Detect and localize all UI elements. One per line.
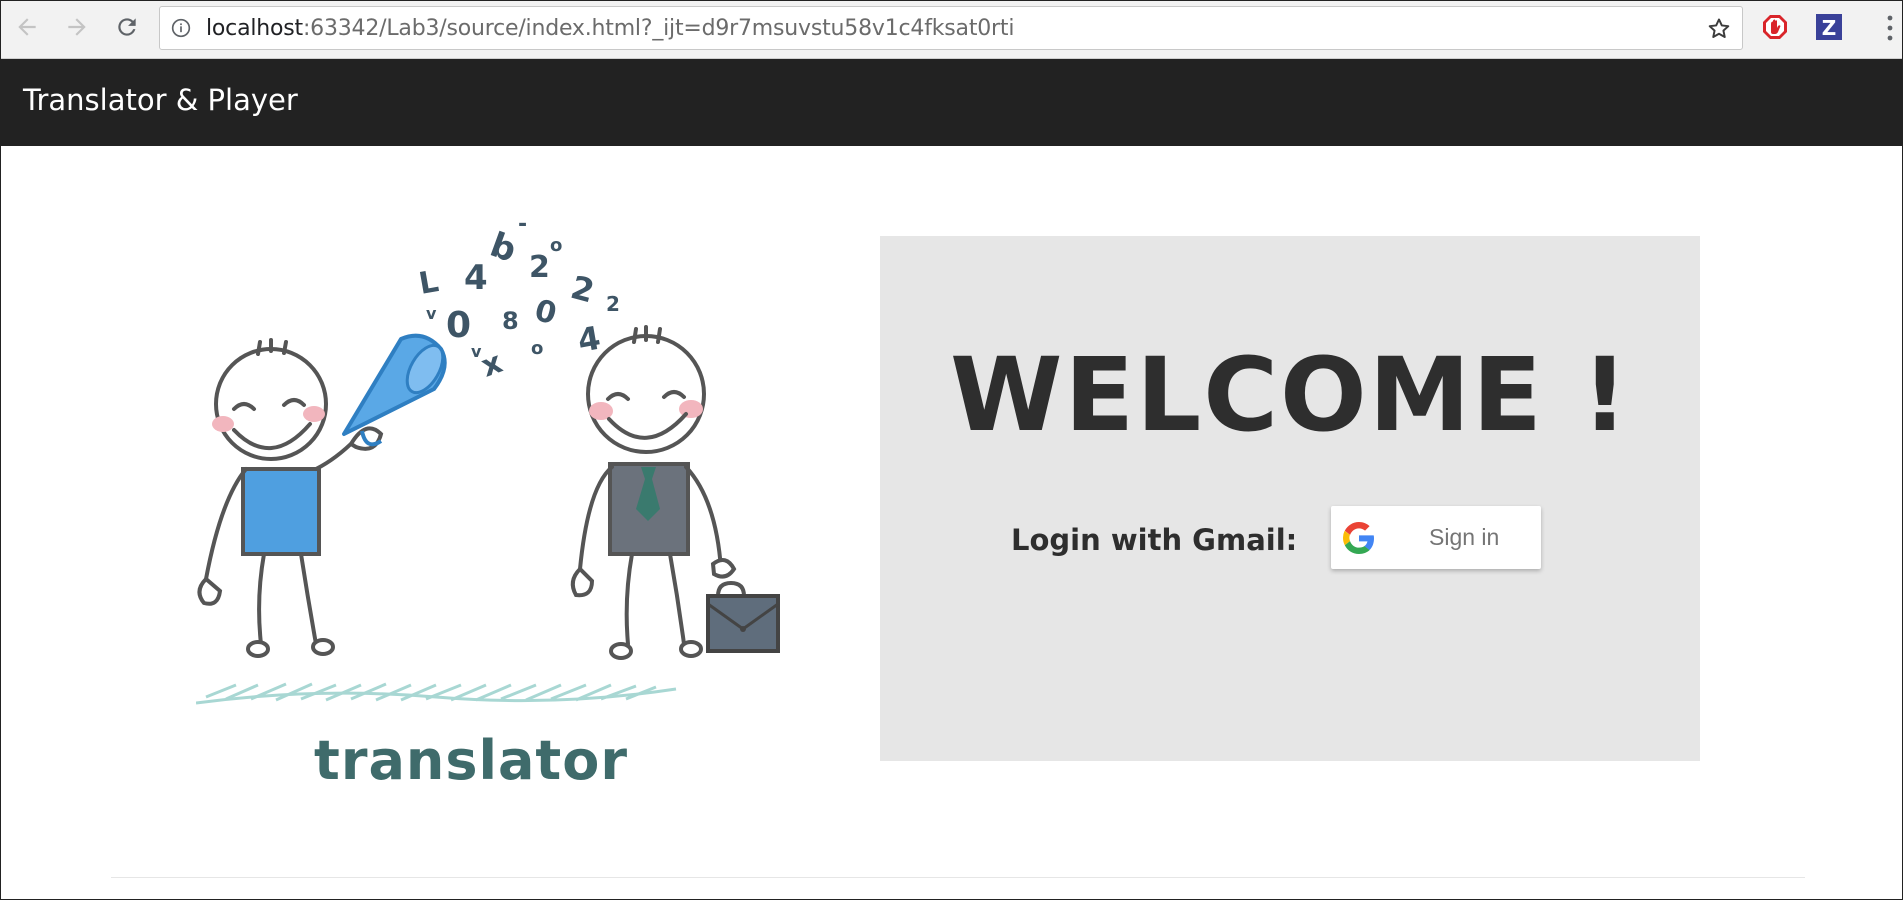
address-bar[interactable]: localhost:63342/Lab3/source/index.html?_… [159,6,1743,50]
arrow-left-icon [18,18,36,36]
kebab-menu-icon[interactable] [1885,13,1895,43]
megaphone-icon [342,333,447,447]
google-sign-in-label: Sign in [1429,524,1500,550]
welcome-title: WELCOME ! [950,336,1630,455]
url-host: localhost [206,16,303,41]
briefcase-icon [706,580,780,653]
svg-text:Z: Z [1822,16,1837,40]
illustration-caption: translator [314,729,628,792]
info-icon[interactable] [171,18,191,38]
svg-text:0: 0 [446,305,471,346]
arrow-right-icon [68,18,86,36]
opera-extension-icon[interactable] [1761,13,1789,41]
url-path: :63342/Lab3/source/index.html?_ijt=d9r7m… [302,16,1015,41]
welcome-panel: WELCOME ! Login with Gmail: Sign in [880,236,1700,761]
svg-text:4: 4 [464,258,488,298]
svg-text:v: v [471,342,482,361]
footer-divider [111,877,1805,878]
brand-link[interactable]: Translator & Player [23,83,298,117]
svg-text:2: 2 [567,268,598,310]
z-extension-icon[interactable]: Z [1815,13,1843,41]
svg-text:v: v [426,304,437,323]
translator-illustration: L 4 b - 2 o 2 0 8 0 2 4 x o v v translat… [196,219,780,792]
back-button[interactable] [11,11,43,43]
url-text[interactable]: localhost:63342/Lab3/source/index.html?_… [206,16,1014,41]
ground-scribble [196,682,677,705]
left-figure [197,338,384,658]
flying-letters: L 4 b - 2 o 2 0 8 0 2 4 x o v v [416,219,620,385]
svg-text:4: 4 [575,319,604,360]
browser-window: localhost:63342/Lab3/source/index.html?_… [0,0,1903,900]
forward-button[interactable] [61,11,93,43]
login-label: Login with Gmail: [1011,523,1298,557]
browser-toolbar: localhost:63342/Lab3/source/index.html?_… [1,1,1902,59]
app-navbar: Translator & Player [1,59,1902,146]
svg-text:2: 2 [529,250,550,285]
google-sign-in-button[interactable]: Sign in [1331,506,1541,569]
svg-text:o: o [531,338,543,359]
reload-button[interactable] [111,11,143,43]
reload-icon [118,18,136,36]
svg-text:2: 2 [606,292,620,316]
star-icon[interactable] [1706,16,1732,42]
svg-text:b: b [485,225,522,271]
google-g-icon [1343,522,1374,554]
svg-text:o: o [550,235,562,256]
svg-text:8: 8 [502,307,519,335]
svg-text:L: L [416,264,441,302]
svg-text:-: - [518,219,527,237]
svg-text:0: 0 [531,293,560,332]
